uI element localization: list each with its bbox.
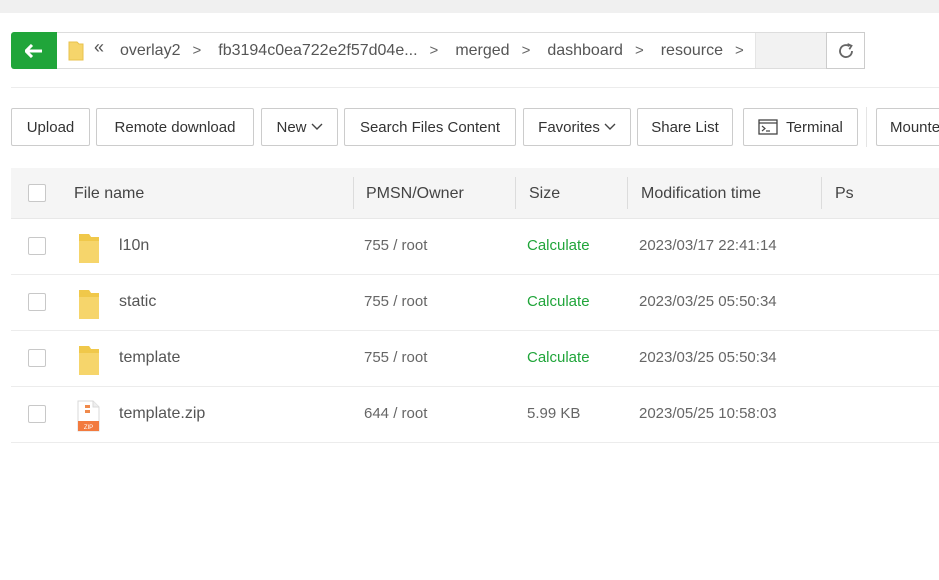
terminal-label: Terminal (786, 118, 843, 136)
file-mtime: 2023/05/25 10:58:03 (639, 405, 777, 422)
breadcrumb: overlay2 > fb3194c0ea722e2f57d04e... > m… (114, 33, 754, 68)
share-list-label: Share List (651, 118, 719, 136)
row-checkbox[interactable] (28, 349, 46, 367)
upload-label: Upload (26, 118, 75, 136)
chevron-down-icon (311, 123, 322, 130)
folder-icon (79, 234, 99, 263)
crumb-resource[interactable]: resource (654, 42, 723, 60)
column-divider (627, 177, 628, 209)
column-divider (353, 177, 354, 209)
crumb-merged[interactable]: merged (448, 42, 509, 60)
crumb-dashboard[interactable]: dashboard (540, 42, 623, 60)
terminal-button[interactable]: Terminal (743, 108, 858, 146)
file-size: 5.99 KB (527, 405, 581, 422)
remote-download-button[interactable]: Remote download (96, 108, 254, 146)
column-divider (515, 177, 516, 209)
file-name[interactable]: template.zip (119, 386, 205, 442)
header-file-name[interactable]: File name (74, 168, 144, 218)
row-checkbox[interactable] (28, 293, 46, 311)
chevron-right-icon: > (734, 42, 744, 59)
crumb-container-id[interactable]: fb3194c0ea722e2f57d04e... (211, 42, 417, 60)
column-divider (821, 177, 822, 209)
chevron-down-icon (604, 123, 616, 130)
calculate-link[interactable]: Calculate (527, 330, 590, 386)
chevron-right-icon: > (429, 42, 439, 59)
toolbar-divider (866, 107, 867, 147)
mount-label: Mounte (890, 118, 939, 136)
folder-icon (79, 346, 99, 375)
select-all-checkbox[interactable] (28, 184, 46, 202)
calculate-link[interactable]: Calculate (527, 274, 590, 330)
header-size[interactable]: Size (529, 168, 560, 218)
search-files-content-label: Search Files Content (359, 118, 501, 136)
file-mtime: 2023/03/25 05:50:34 (639, 349, 777, 366)
chevron-right-icon: > (521, 42, 531, 59)
table-header: File name PMSN/Owner Size Modification t… (11, 168, 939, 219)
table-row[interactable]: l10n 755 / root Calculate 2023/03/17 22:… (11, 218, 939, 275)
table-row[interactable]: static 755 / root Calculate 2023/03/25 0… (11, 274, 939, 331)
file-perm[interactable]: 755 / root (364, 330, 427, 386)
mount-button[interactable]: Mounte (876, 108, 939, 146)
chevrons-left-icon[interactable]: « (94, 37, 104, 57)
header-modification-time[interactable]: Modification time (641, 168, 761, 218)
refresh-button[interactable] (826, 32, 865, 69)
row-checkbox[interactable] (28, 405, 46, 423)
file-name[interactable]: template (119, 330, 180, 386)
table-row[interactable]: template 755 / root Calculate 2023/03/25… (11, 330, 939, 387)
back-button[interactable] (11, 32, 57, 69)
search-files-content-button[interactable]: Search Files Content (344, 108, 516, 146)
path-input-area[interactable] (755, 33, 826, 68)
file-mtime: 2023/03/17 22:41:14 (639, 237, 777, 254)
upload-button[interactable]: Upload (11, 108, 90, 146)
terminal-icon (758, 119, 778, 135)
file-name[interactable]: l10n (119, 218, 149, 274)
file-mtime: 2023/03/25 05:50:34 (639, 293, 777, 310)
folder-icon (68, 41, 84, 61)
row-checkbox[interactable] (28, 237, 46, 255)
svg-text:ZIP: ZIP (84, 425, 93, 431)
folder-icon (79, 290, 99, 319)
header-ps[interactable]: Ps (835, 168, 854, 218)
divider (11, 87, 939, 88)
share-list-button[interactable]: Share List (637, 108, 733, 146)
top-strip (0, 0, 939, 13)
chevron-right-icon: > (192, 42, 202, 59)
favorites-label: Favorites (538, 118, 600, 136)
remote-download-label: Remote download (114, 118, 236, 136)
header-pmsn-owner[interactable]: PMSN/Owner (366, 168, 464, 218)
refresh-icon (838, 42, 853, 58)
file-perm[interactable]: 644 / root (364, 386, 427, 442)
chevron-right-icon: > (634, 42, 644, 59)
file-perm[interactable]: 755 / root (364, 274, 427, 330)
zip-file-icon: ZIP (77, 400, 100, 432)
favorites-button[interactable]: Favorites (523, 108, 631, 146)
file-name[interactable]: static (119, 274, 156, 330)
calculate-link[interactable]: Calculate (527, 218, 590, 274)
crumb-overlay2[interactable]: overlay2 (114, 42, 180, 60)
file-perm[interactable]: 755 / root (364, 218, 427, 274)
new-label: New (276, 118, 307, 136)
new-button[interactable]: New (261, 108, 338, 146)
path-bar[interactable]: « overlay2 > fb3194c0ea722e2f57d04e... >… (57, 32, 827, 69)
table-row[interactable]: ZIP template.zip 644 / root 5.99 KB 2023… (11, 386, 939, 443)
arrow-left-icon (25, 43, 42, 58)
